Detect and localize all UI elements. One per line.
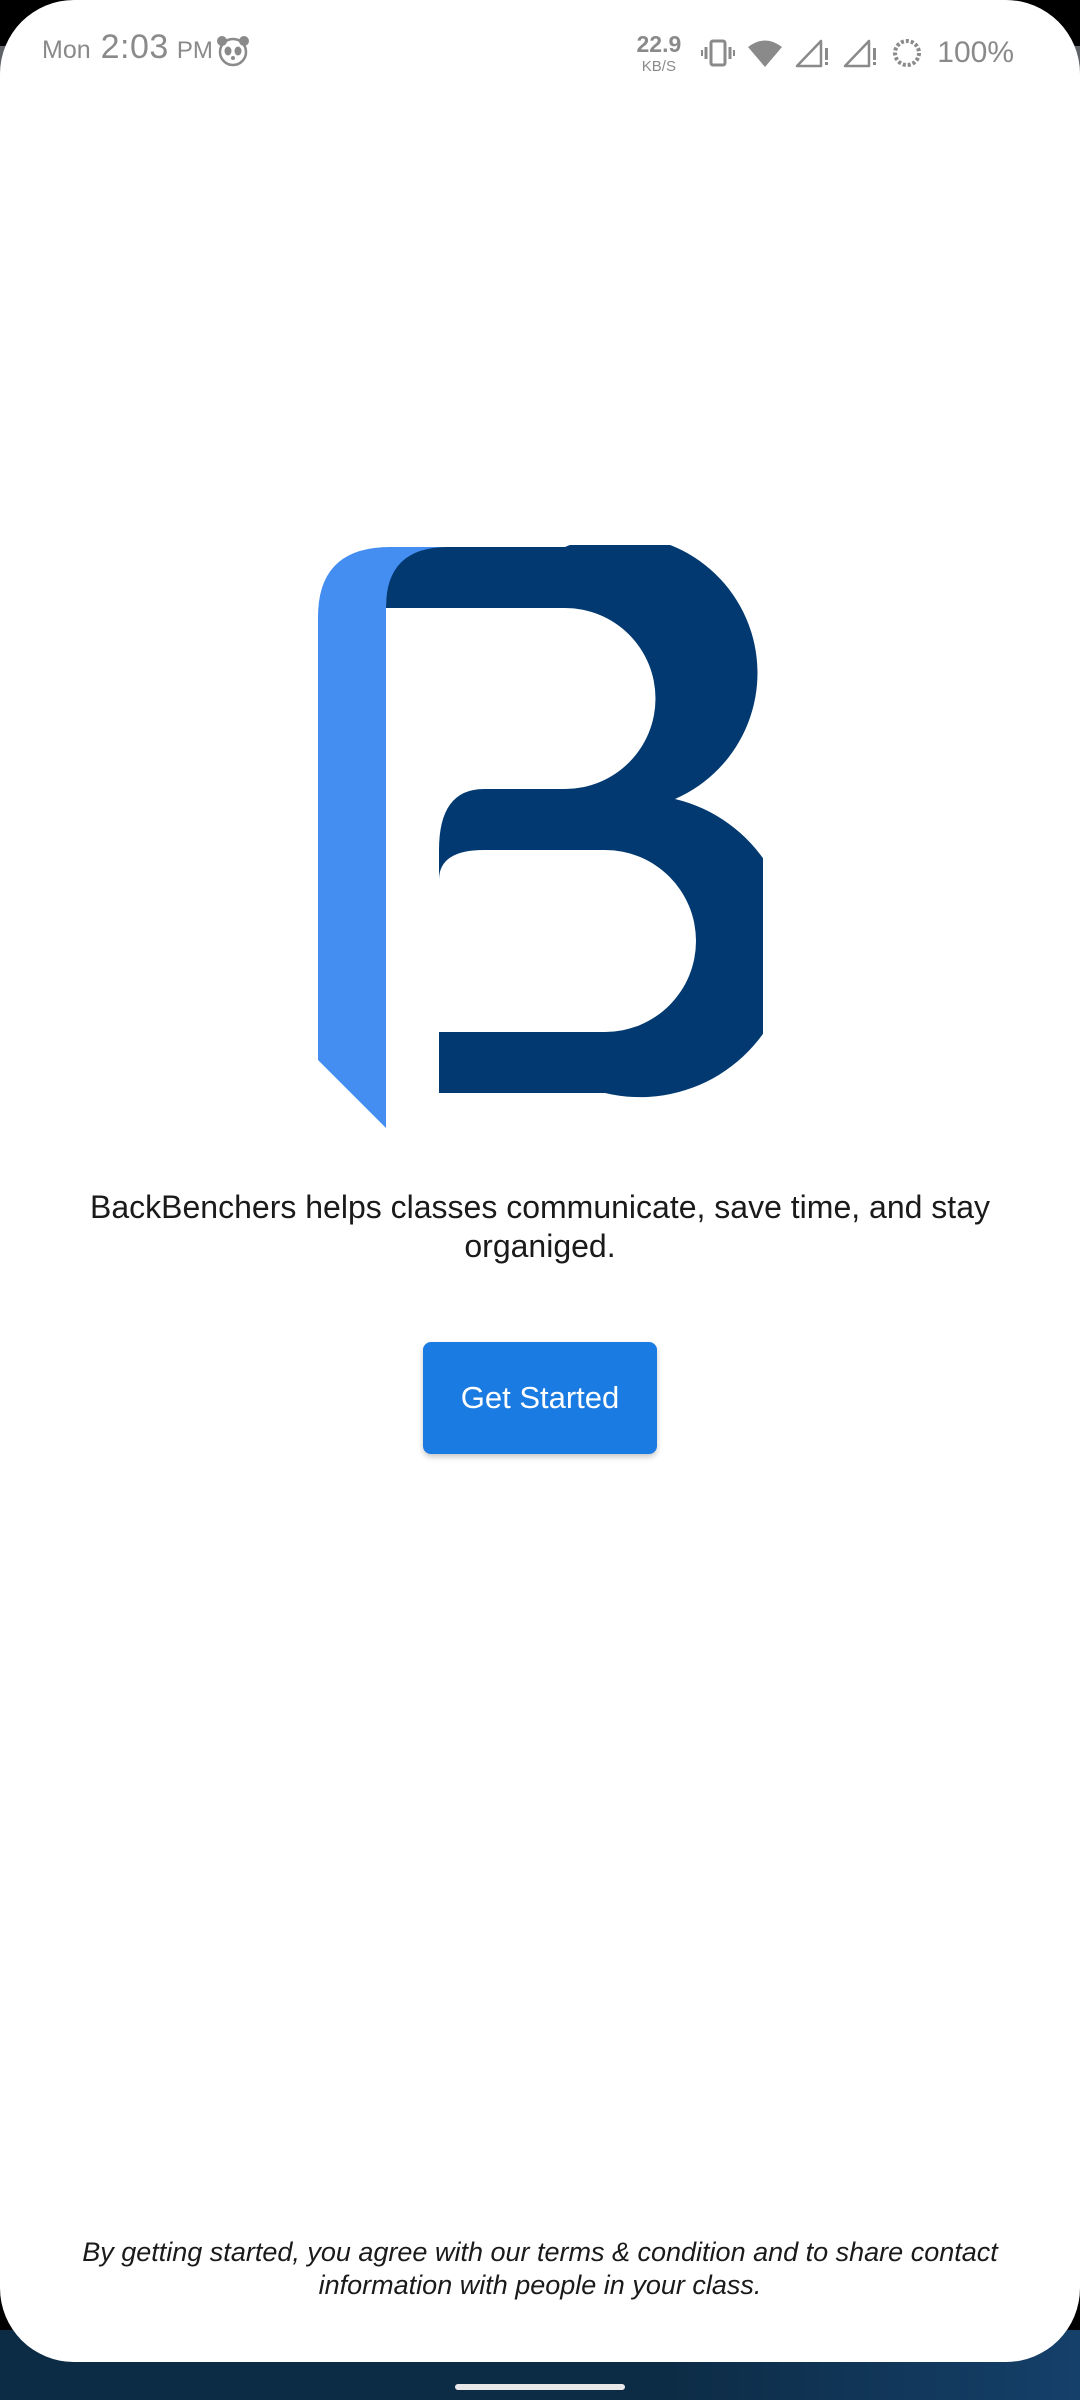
status-bar: Mon 2:03 PM 22.9 KB/S 100% — [0, 0, 1080, 100]
status-icons: 22.9 KB/S 100% — [637, 28, 1015, 78]
home-indicator[interactable] — [455, 2384, 625, 2390]
signal-1-icon — [796, 39, 829, 68]
battery-percentage: 100% — [937, 36, 1014, 69]
logo-ribbon-shape — [318, 547, 458, 1128]
status-time: 2:03 — [100, 28, 169, 66]
logo-b-shape — [386, 545, 763, 1098]
get-started-button[interactable]: Get Started — [423, 1342, 657, 1454]
backbenchers-logo — [318, 545, 763, 1128]
vibrate-icon — [701, 39, 736, 67]
wifi-icon — [748, 40, 783, 67]
status-day: Mon — [42, 36, 91, 64]
welcome-screen: Mon 2:03 PM 22.9 KB/S 100% BackBenchers … — [0, 0, 1080, 2362]
status-clock: Mon 2:03 PM — [42, 28, 213, 67]
network-speed-value: 22.9 — [636, 30, 682, 57]
network-speed-unit: KB/S — [641, 57, 676, 75]
app-tagline: BackBenchers helps classes communicate, … — [90, 1189, 990, 1264]
network-speed: 22.9 KB/S — [636, 30, 682, 75]
battery-saver-icon — [893, 39, 922, 67]
panda-icon — [217, 36, 249, 67]
status-ampm: PM — [176, 37, 213, 64]
signal-2-icon — [844, 39, 877, 68]
terms-disclaimer: By getting started, you agree with our t… — [82, 2237, 998, 2300]
